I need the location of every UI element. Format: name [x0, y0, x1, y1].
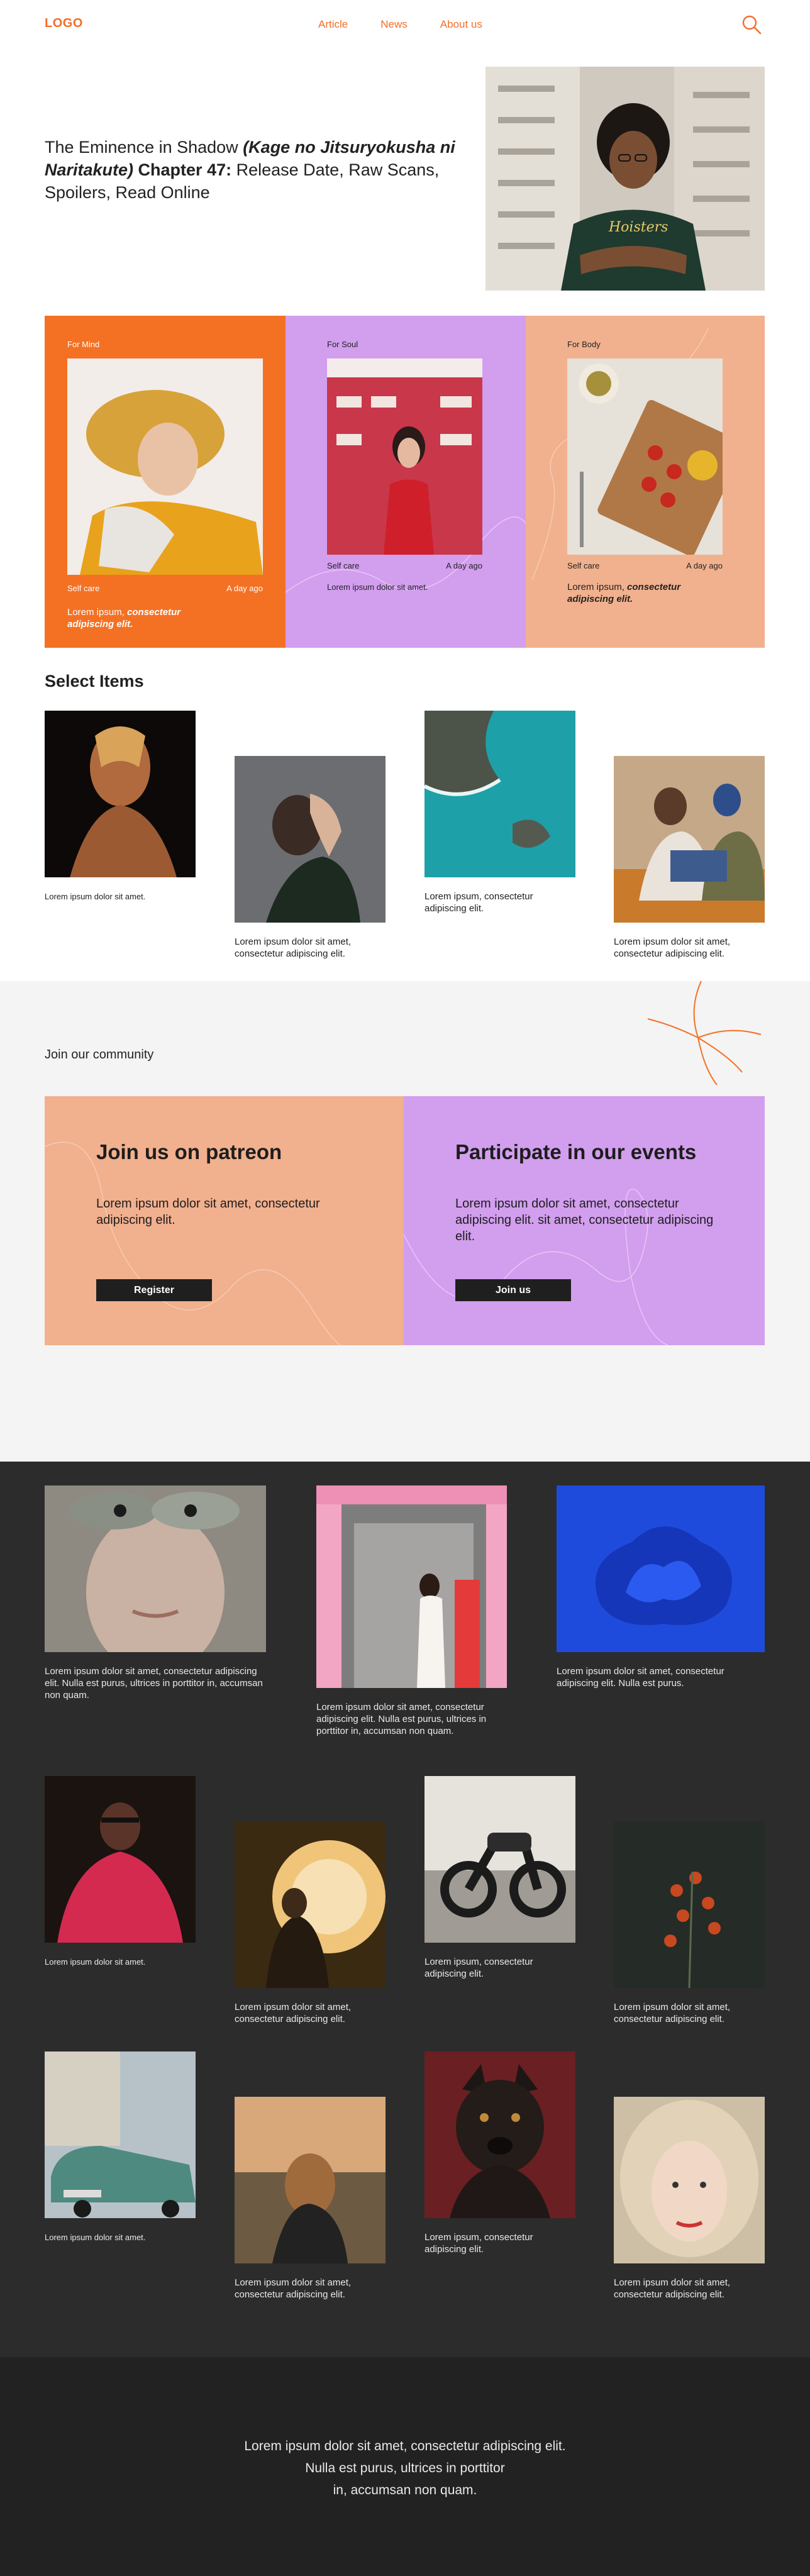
- page: LOGO Article News About us The Eminence …: [0, 0, 810, 2576]
- item-caption: Lorem ipsum dolor sit amet.: [45, 892, 146, 901]
- feature-panel-soul[interactable]: For Soul Self care A day ago Lorem ipsum…: [286, 316, 526, 648]
- gallery-item[interactable]: Lorem ipsum dolor sit amet.: [45, 1776, 196, 1968]
- gallery-image: [424, 2051, 575, 2218]
- patreon-card: Join us on patreon Lorem ipsum dolor sit…: [45, 1096, 404, 1345]
- footer-line: Nulla est purus, ultrices in porttitor: [305, 2461, 505, 2475]
- gallery-item[interactable]: Lorem ipsum dolor sit amet, consectetur …: [614, 2097, 765, 2301]
- nav-article-link[interactable]: Article: [318, 18, 348, 31]
- panel-time: A day ago: [226, 584, 263, 593]
- gallery-image: [235, 2097, 386, 2263]
- select-items-title: Select Items: [45, 672, 144, 691]
- panel-desc-plain: Lorem ipsum,: [67, 607, 128, 618]
- panel-category: Self care: [67, 584, 100, 593]
- footer-line: in, accumsan non quam.: [333, 2483, 477, 2497]
- hero-image[interactable]: Hoisters: [485, 67, 765, 291]
- footer-line: Lorem ipsum dolor sit amet, consectetur …: [244, 2439, 566, 2453]
- panel-image: [67, 358, 263, 575]
- gallery-image: [45, 1485, 266, 1674]
- hero-title-bold: Chapter 47:: [133, 160, 232, 179]
- item-image: [45, 711, 196, 877]
- gallery-caption: Lorem ipsum, consectetur adipiscing elit…: [424, 2232, 533, 2255]
- panel-description: Lorem ipsum dolor sit amet.: [327, 582, 428, 592]
- select-item[interactable]: Lorem ipsum, consectetur adipiscing elit…: [423, 711, 575, 914]
- panel-time: A day ago: [686, 561, 723, 570]
- gallery-caption: Lorem ipsum dolor sit amet, consectetur …: [45, 1666, 263, 1701]
- feature-panel-body[interactable]: For Body Self care A day ago Lorem ipsum…: [526, 316, 765, 648]
- gallery-item[interactable]: Lorem ipsum dolor sit amet, consectetur …: [235, 2097, 386, 2301]
- panel-tag: For Soul: [327, 340, 358, 349]
- gallery-caption: Lorem ipsum dolor sit amet.: [45, 1957, 146, 1967]
- item-caption: Lorem ipsum dolor sit amet, consectetur …: [614, 936, 731, 959]
- gallery-caption: Lorem ipsum dolor sit amet, consectetur …: [614, 2002, 731, 2024]
- main-nav: Article News About us: [318, 18, 515, 31]
- item-image: [423, 711, 575, 877]
- panel-description: Lorem ipsum, consectetur adipiscing elit…: [67, 606, 218, 630]
- panel-time: A day ago: [446, 561, 482, 570]
- panel-tag: For Body: [567, 340, 601, 349]
- site-header: LOGO Article News About us: [0, 0, 810, 49]
- community-label: Join our community: [45, 1048, 154, 1062]
- join-us-button[interactable]: Join us: [455, 1279, 571, 1301]
- logo[interactable]: LOGO: [45, 16, 83, 31]
- gallery-image: [45, 1776, 196, 1943]
- decorative-flower: [647, 981, 762, 1085]
- panel-category: Self care: [327, 561, 360, 570]
- panel-meta: Self care A day ago: [67, 584, 263, 593]
- gallery-caption: Lorem ipsum dolor sit amet.: [45, 2233, 146, 2242]
- panel-meta: Self care A day ago: [327, 561, 482, 570]
- card-text: Lorem ipsum dolor sit amet, consectetur …: [455, 1197, 714, 1243]
- feature-panel-mind[interactable]: For Mind Self care A day ago Lorem ipsum…: [45, 316, 286, 648]
- hero-title-part: The Eminence in Shadow: [45, 138, 243, 157]
- gallery-featured-item[interactable]: Lorem ipsum dolor sit amet, consectetur …: [557, 1485, 765, 1689]
- gallery-caption: Lorem ipsum, consectetur adipiscing elit…: [424, 1957, 533, 1979]
- footer-text: Lorem ipsum dolor sit amet, consectetur …: [153, 2435, 657, 2501]
- gallery-image: [424, 1776, 575, 1943]
- panel-desc-plain: Lorem ipsum,: [567, 582, 628, 592]
- gallery-caption: Lorem ipsum dolor sit amet, consectetur …: [235, 2002, 352, 2024]
- select-item[interactable]: Lorem ipsum dolor sit amet, consectetur …: [235, 756, 386, 960]
- gallery-item[interactable]: Lorem ipsum dolor sit amet, consectetur …: [614, 1821, 765, 2025]
- svg-text:Hoisters: Hoisters: [608, 219, 668, 235]
- gallery-image: [235, 1821, 386, 1988]
- gallery-item[interactable]: Lorem ipsum dolor sit amet.: [45, 2051, 196, 2243]
- gallery-image: [614, 2097, 765, 2263]
- item-caption: Lorem ipsum dolor sit amet, consectetur …: [235, 936, 352, 959]
- select-item[interactable]: Lorem ipsum dolor sit amet, consectetur …: [614, 756, 765, 960]
- nav-about-link[interactable]: About us: [440, 18, 482, 31]
- item-caption: Lorem ipsum, consectetur adipiscing elit…: [424, 891, 533, 914]
- gallery-featured-item[interactable]: Lorem ipsum dolor sit amet, consectetur …: [45, 1485, 266, 1701]
- site-footer: Lorem ipsum dolor sit amet, consectetur …: [0, 2357, 810, 2576]
- events-card: Participate in our events Lorem ipsum do…: [404, 1096, 765, 1345]
- panel-image: [567, 358, 723, 555]
- gallery-featured-item[interactable]: Lorem ipsum dolor sit amet, consectetur …: [316, 1485, 507, 1737]
- card-text: Lorem ipsum dolor sit amet, consectetur …: [96, 1197, 320, 1227]
- gallery-caption: Lorem ipsum dolor sit amet, consectetur …: [614, 2277, 731, 2300]
- panel-meta: Self care A day ago: [567, 561, 723, 570]
- gallery-caption: Lorem ipsum dolor sit amet, consectetur …: [235, 2277, 352, 2300]
- item-image: [235, 756, 386, 923]
- hero-title[interactable]: The Eminence in Shadow (Kage no Jitsuryo…: [45, 136, 472, 204]
- card-title: Join us on patreon: [96, 1140, 282, 1163]
- gallery-section: Lorem ipsum dolor sit amet, consectetur …: [0, 1462, 810, 2357]
- panel-category: Self care: [567, 561, 600, 570]
- panel-tag: For Mind: [67, 340, 100, 349]
- community-section: Join our community Join us on patreon Lo…: [0, 981, 810, 1462]
- item-image: [614, 756, 765, 923]
- gallery-image: [45, 2051, 196, 2218]
- gallery-item[interactable]: Lorem ipsum, consectetur adipiscing elit…: [424, 1776, 575, 1980]
- search-icon[interactable]: [741, 14, 762, 35]
- gallery-image: [557, 1485, 765, 1652]
- gallery-image: [316, 1485, 507, 1688]
- gallery-image: [614, 1821, 765, 1989]
- gallery-caption: Lorem ipsum dolor sit amet, consectetur …: [557, 1666, 724, 1689]
- panel-image: [327, 358, 482, 555]
- register-button[interactable]: Register: [96, 1279, 212, 1301]
- gallery-item[interactable]: Lorem ipsum, consectetur adipiscing elit…: [424, 2051, 575, 2255]
- select-item[interactable]: Lorem ipsum dolor sit amet.: [45, 711, 196, 902]
- nav-news-link[interactable]: News: [380, 18, 408, 31]
- gallery-caption: Lorem ipsum dolor sit amet, consectetur …: [316, 1702, 487, 1736]
- card-title: Participate in our events: [455, 1140, 697, 1163]
- gallery-item[interactable]: Lorem ipsum dolor sit amet, consectetur …: [235, 1821, 386, 2025]
- panel-description: Lorem ipsum, consectetur adipiscing elit…: [567, 581, 712, 605]
